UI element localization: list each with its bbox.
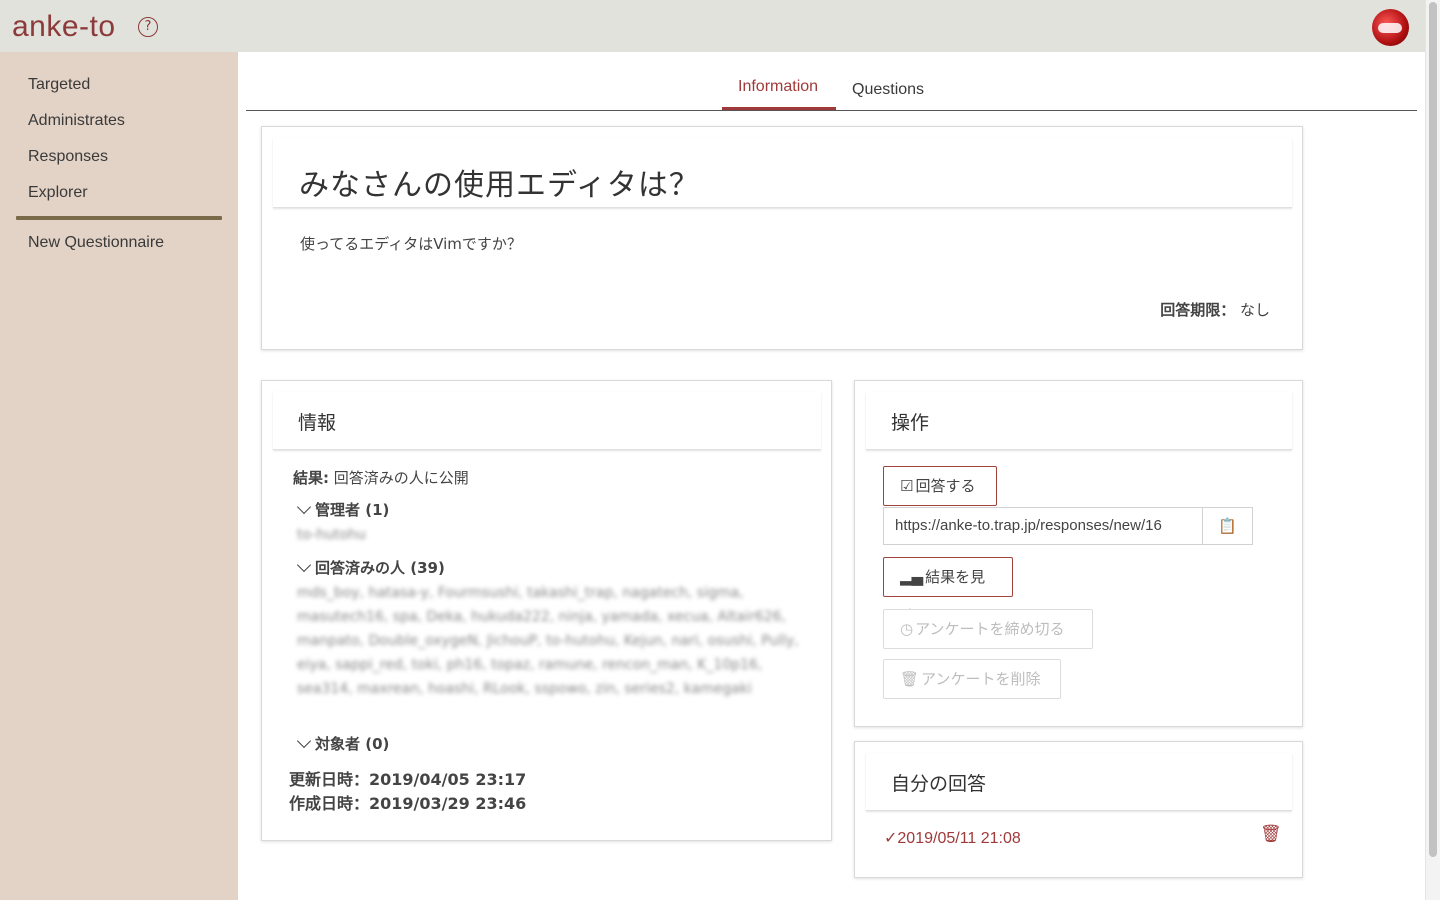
chevron-down-icon	[296, 499, 312, 515]
checkbox-icon: ☑	[900, 477, 914, 495]
responders-toggle[interactable]: 回答済みの人 (39)	[295, 557, 445, 578]
operations-card: 操作 ☑ 回答する https://anke-to.trap.jp/respons…	[854, 380, 1303, 727]
tab-questions[interactable]: Questions	[852, 81, 924, 99]
scrollbar[interactable]	[1425, 0, 1440, 900]
view-results-button[interactable]: ▂▄結果を見る	[883, 557, 1013, 624]
clock-icon: ◷	[900, 620, 914, 638]
sidebar-divider	[16, 216, 222, 220]
trash-icon[interactable]: 🗑	[1260, 824, 1282, 844]
sidebar-item-new-questionnaire[interactable]: New Questionnaire	[28, 234, 164, 252]
deadline-value: なし	[1239, 301, 1270, 319]
deadline-label: 回答期限：	[1160, 301, 1236, 319]
help-icon[interactable]: ?	[138, 17, 158, 37]
results-visibility: 結果: 回答済みの人に公開	[293, 467, 469, 488]
info-card-header: 情報	[273, 392, 821, 450]
bar-chart-icon: ▂▄	[900, 568, 924, 586]
questionnaire-title-header: みなさんの使用エディタは？	[273, 138, 1292, 208]
active-tab-indicator	[722, 107, 836, 110]
admins-toggle[interactable]: 管理者 (1)	[295, 499, 389, 520]
targets-toggle[interactable]: 対象者 (0)	[295, 733, 389, 754]
results-value: 回答済みの人に公開	[333, 469, 469, 487]
results-label: 結果:	[293, 469, 329, 487]
chevron-down-icon	[296, 557, 312, 573]
sidebar-item-responses[interactable]: Responses	[28, 148, 108, 166]
responders-list: mds_boy, hatasa-y, Fourmsushi, takashi_t…	[297, 585, 799, 697]
top-bar: anke-to ?	[0, 0, 1425, 52]
response-url-field[interactable]: https://anke-to.trap.jp/responses/new/16	[883, 507, 1253, 545]
user-avatar[interactable]	[1372, 9, 1409, 46]
chevron-down-icon	[296, 733, 312, 749]
responders-label: 回答済みの人 (39)	[315, 559, 445, 577]
close-questionnaire-button[interactable]: ◷ アンケートを締め切る	[883, 609, 1093, 649]
sidebar-item-targeted[interactable]: Targeted	[28, 76, 90, 94]
my-response-header: 自分の回答	[866, 753, 1292, 811]
questionnaire-description: 使ってるエディタはVimですか？	[300, 235, 522, 253]
updated-at: 更新日時：2019/04/05 23:17	[289, 770, 527, 789]
my-response-link[interactable]: ✓2019/05/11 21:08	[884, 828, 1021, 848]
created-at: 作成日時：2019/03/29 23:46	[289, 794, 527, 813]
answer-button-label: 回答する	[915, 477, 976, 495]
tab-bar: Information Questions	[246, 72, 1417, 111]
clipboard-icon: 📋	[1218, 517, 1237, 535]
admins-list: to-hutohu	[297, 527, 366, 543]
info-card: 情報 結果: 回答済みの人に公開 管理者 (1) to-hutohu 回答済みの…	[261, 380, 832, 841]
my-response-title: 自分の回答	[891, 773, 987, 795]
operations-title: 操作	[891, 412, 930, 434]
questionnaire-card: みなさんの使用エディタは？ 使ってるエディタはVimですか？ 回答期限： なし	[261, 126, 1303, 350]
sidebar-item-administrates[interactable]: Administrates	[28, 112, 125, 130]
sidebar: Targeted Administrates Responses Explore…	[0, 52, 238, 900]
app-logo[interactable]: anke-to	[12, 10, 116, 44]
targets-label: 対象者 (0)	[315, 735, 390, 753]
scrollbar-thumb[interactable]	[1429, 2, 1437, 857]
page-title: みなさんの使用エディタは？	[299, 168, 700, 203]
deadline: 回答期限： なし	[1160, 299, 1270, 320]
copy-url-button[interactable]: 📋	[1202, 507, 1253, 545]
my-response-date: 2019/05/11 21:08	[897, 830, 1021, 847]
sidebar-item-explorer[interactable]: Explorer	[28, 184, 88, 202]
delete-questionnaire-button[interactable]: 🗑 アンケートを削除	[883, 659, 1061, 699]
tab-information[interactable]: Information	[738, 78, 818, 96]
my-response-card: 自分の回答 ✓2019/05/11 21:08 🗑	[854, 741, 1303, 878]
trash-icon: 🗑	[900, 670, 920, 688]
admins-label: 管理者 (1)	[315, 501, 390, 519]
operations-card-header: 操作	[866, 392, 1292, 450]
info-title: 情報	[298, 412, 337, 434]
answer-button[interactable]: ☑ 回答する	[883, 466, 997, 506]
close-questionnaire-label: アンケートを締め切る	[915, 620, 1065, 638]
delete-questionnaire-label: アンケートを削除	[921, 670, 1041, 688]
check-icon: ✓	[884, 830, 898, 847]
